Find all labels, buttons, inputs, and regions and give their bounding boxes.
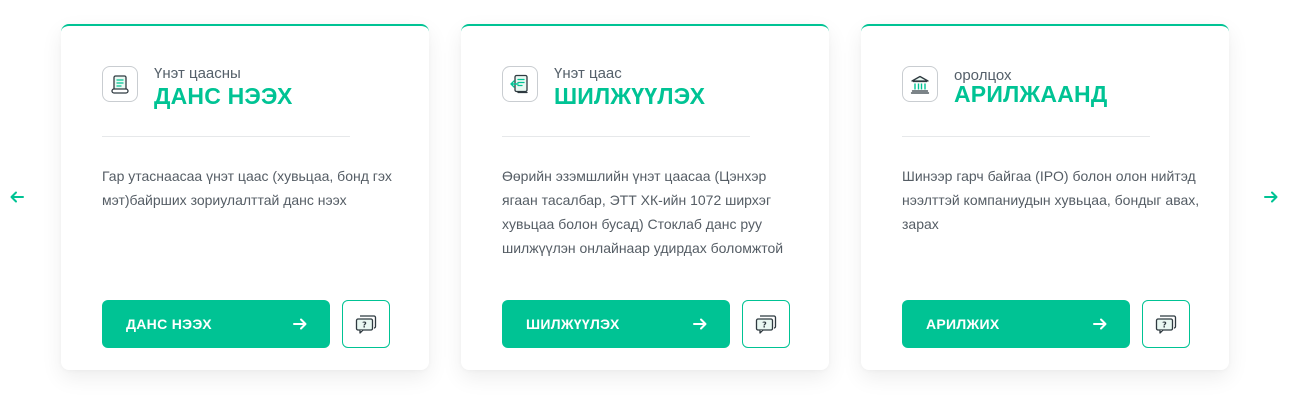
trade-button[interactable]: АРИЛЖИХ	[902, 300, 1130, 348]
card-title: ШИЛЖҮҮЛЭХ	[554, 83, 706, 109]
card-subtitle: Үнэт цаасны	[154, 65, 241, 82]
divider	[902, 136, 1150, 137]
arrow-left-icon	[10, 191, 24, 203]
document-scroll-icon	[102, 66, 138, 102]
open-account-button[interactable]: ДАНС НЭЭХ	[102, 300, 330, 348]
service-card-open-account: Үнэт цаасны ДАНС НЭЭХ Гар утаснаасаа үнэ…	[61, 24, 429, 370]
help-button[interactable]: ?	[742, 300, 790, 348]
help-chat-icon: ?	[1155, 315, 1177, 334]
arrow-right-icon	[292, 316, 308, 332]
svg-text:?: ?	[1162, 321, 1167, 330]
card-description: Шинээр гарч байгаа (IPO) болон олон нийт…	[902, 168, 1200, 232]
divider	[102, 136, 350, 137]
svg-text:?: ?	[362, 321, 367, 330]
transfer-button[interactable]: ШИЛЖҮҮЛЭХ	[502, 300, 730, 348]
divider	[502, 136, 750, 137]
carousel-next-button[interactable]	[1260, 186, 1282, 208]
help-chat-icon: ?	[355, 315, 377, 334]
arrow-right-icon	[692, 316, 708, 332]
help-chat-icon: ?	[755, 315, 777, 334]
card-description: Гар утаснаасаа үнэт цаас (хувьцаа, бонд …	[102, 168, 392, 208]
button-label: ДАНС НЭЭХ	[126, 316, 212, 332]
service-card-transfer: Үнэт цаас ШИЛЖҮҮЛЭХ Өөрийн эзэмшлийн үнэ…	[461, 24, 829, 370]
card-header: АРИЛЖААНД оролцох	[902, 66, 1107, 108]
card-subtitle: Үнэт цаас	[554, 65, 622, 82]
svg-text:?: ?	[762, 321, 767, 330]
button-label: ШИЛЖҮҮЛЭХ	[526, 316, 620, 332]
card-description: Өөрийн эзэмшлийн үнэт цаасаа (Цэнхэр яга…	[502, 168, 784, 256]
card-title: ДАНС НЭЭХ	[154, 83, 293, 109]
document-transfer-icon	[502, 66, 538, 102]
arrow-right-icon	[1264, 191, 1278, 203]
service-card-trading: АРИЛЖААНД оролцох Шинээр гарч байгаа (IP…	[861, 24, 1229, 370]
card-title: АРИЛЖААНД	[954, 81, 1108, 107]
help-button[interactable]: ?	[1142, 300, 1190, 348]
bank-building-icon	[902, 66, 938, 102]
card-header: Үнэт цаасны ДАНС НЭЭХ	[102, 66, 293, 110]
carousel-prev-button[interactable]	[6, 186, 28, 208]
card-header: Үнэт цаас ШИЛЖҮҮЛЭХ	[502, 66, 705, 110]
button-label: АРИЛЖИХ	[926, 316, 1000, 332]
help-button[interactable]: ?	[342, 300, 390, 348]
arrow-right-icon	[1092, 316, 1108, 332]
